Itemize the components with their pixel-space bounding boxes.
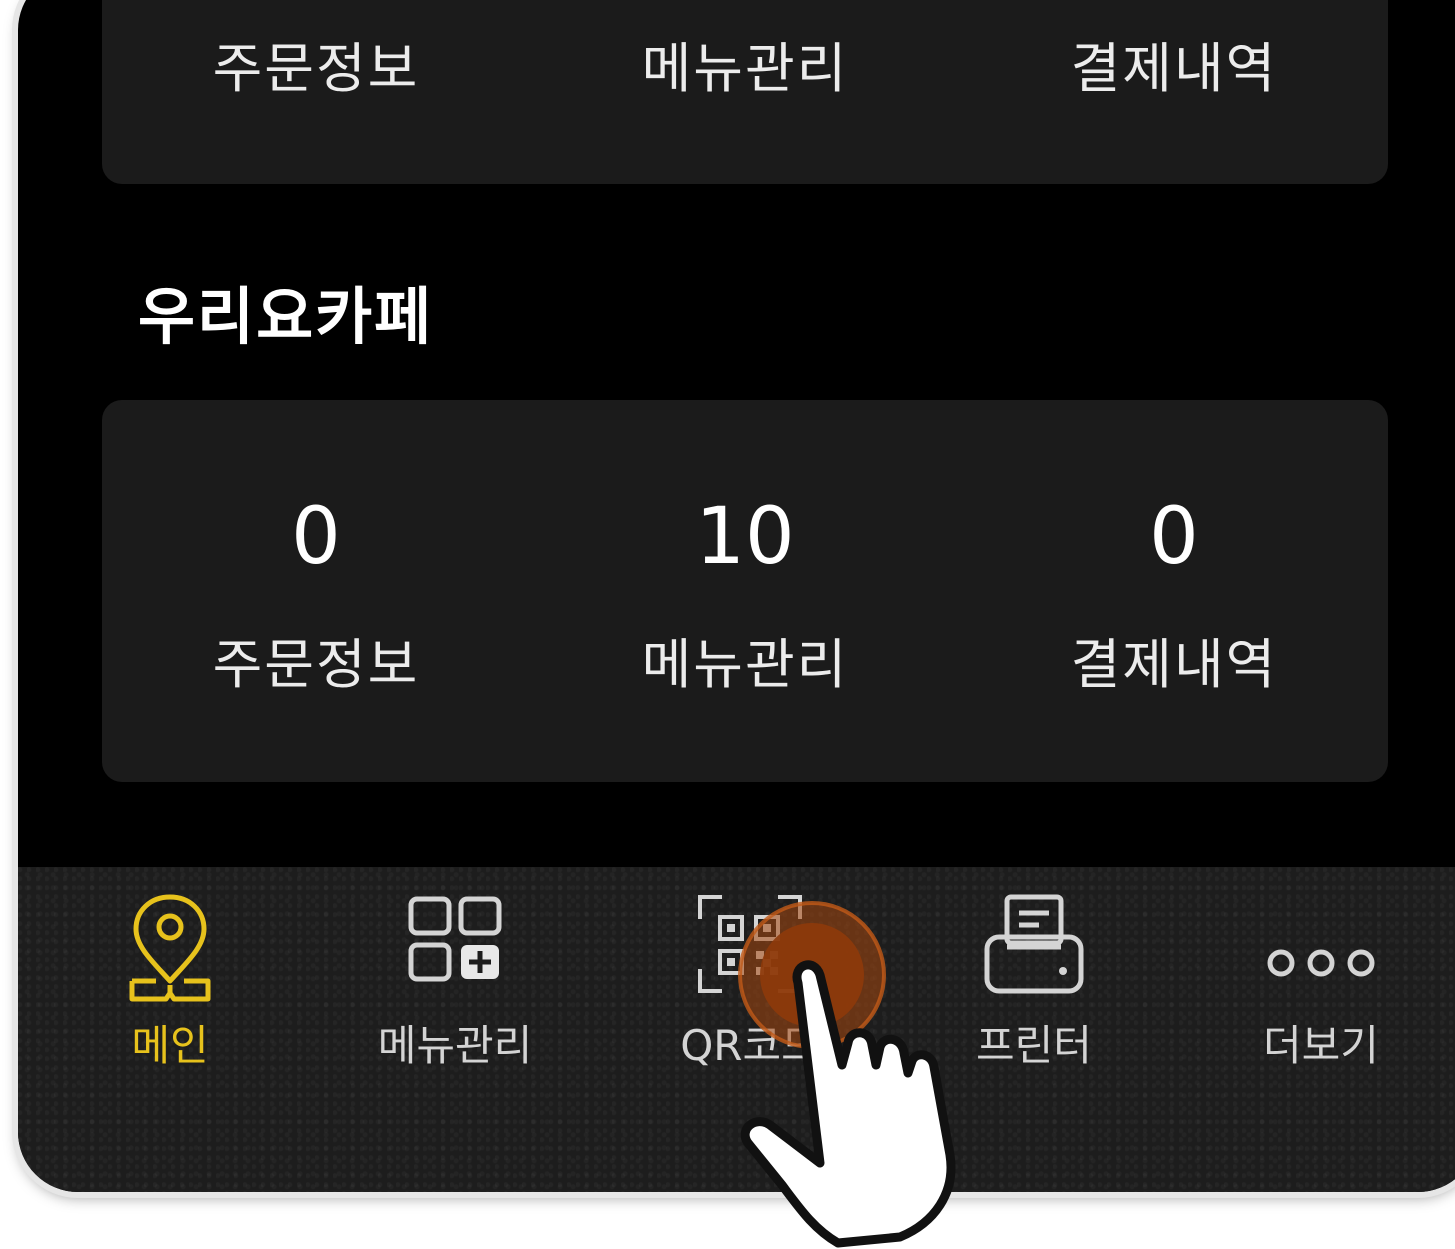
app-screen: 주문정보 메뉴관리 결제내역 우리요카페 0 10 0 주문정보 메뉴관리 결제… — [18, 0, 1455, 1192]
printer-icon — [984, 894, 1084, 994]
top-summary-card: 주문정보 메뉴관리 결제내역 — [102, 0, 1388, 184]
summary-label-payments: 결제내역 — [1070, 37, 1278, 100]
tab-printer[interactable]: 프린터 — [924, 867, 1144, 1097]
stat-value-payments[interactable]: 0 — [960, 498, 1388, 576]
grid-add-icon — [408, 896, 502, 982]
tab-menu-management[interactable]: 메뉴관리 — [345, 867, 565, 1097]
tab-main[interactable]: 메인 — [60, 867, 280, 1097]
map-pin-book-icon — [129, 894, 211, 1002]
stat-label-orders: 주문정보 — [212, 633, 420, 696]
stat-value-menu[interactable]: 10 — [531, 498, 959, 576]
tab-printer-label: 프린터 — [976, 1021, 1092, 1070]
tab-qr-code[interactable]: QR코드 — [640, 867, 860, 1097]
stat-label-payments: 결제내역 — [1070, 633, 1278, 696]
stat-value-orders[interactable]: 0 — [102, 498, 530, 576]
more-dots-icon — [1267, 949, 1375, 977]
tab-more-label: 더보기 — [1263, 1021, 1379, 1070]
tab-qr-code-label: QR코드 — [680, 1021, 820, 1070]
bottom-tab-bar: 메인 메뉴관리 QR코드 프린터 더보기 — [18, 867, 1455, 1192]
tab-menu-management-label: 메뉴관리 — [377, 1021, 533, 1070]
tab-more[interactable]: 더보기 — [1211, 867, 1431, 1097]
tab-main-label: 메인 — [131, 1021, 209, 1070]
summary-label-orders: 주문정보 — [212, 37, 420, 100]
summary-label-menu: 메뉴관리 — [641, 37, 849, 100]
store-stats-card: 0 10 0 주문정보 메뉴관리 결제내역 — [102, 400, 1388, 782]
qr-code-icon — [698, 895, 802, 993]
stat-label-menu: 메뉴관리 — [641, 633, 849, 696]
store-name: 우리요카페 — [138, 280, 434, 353]
